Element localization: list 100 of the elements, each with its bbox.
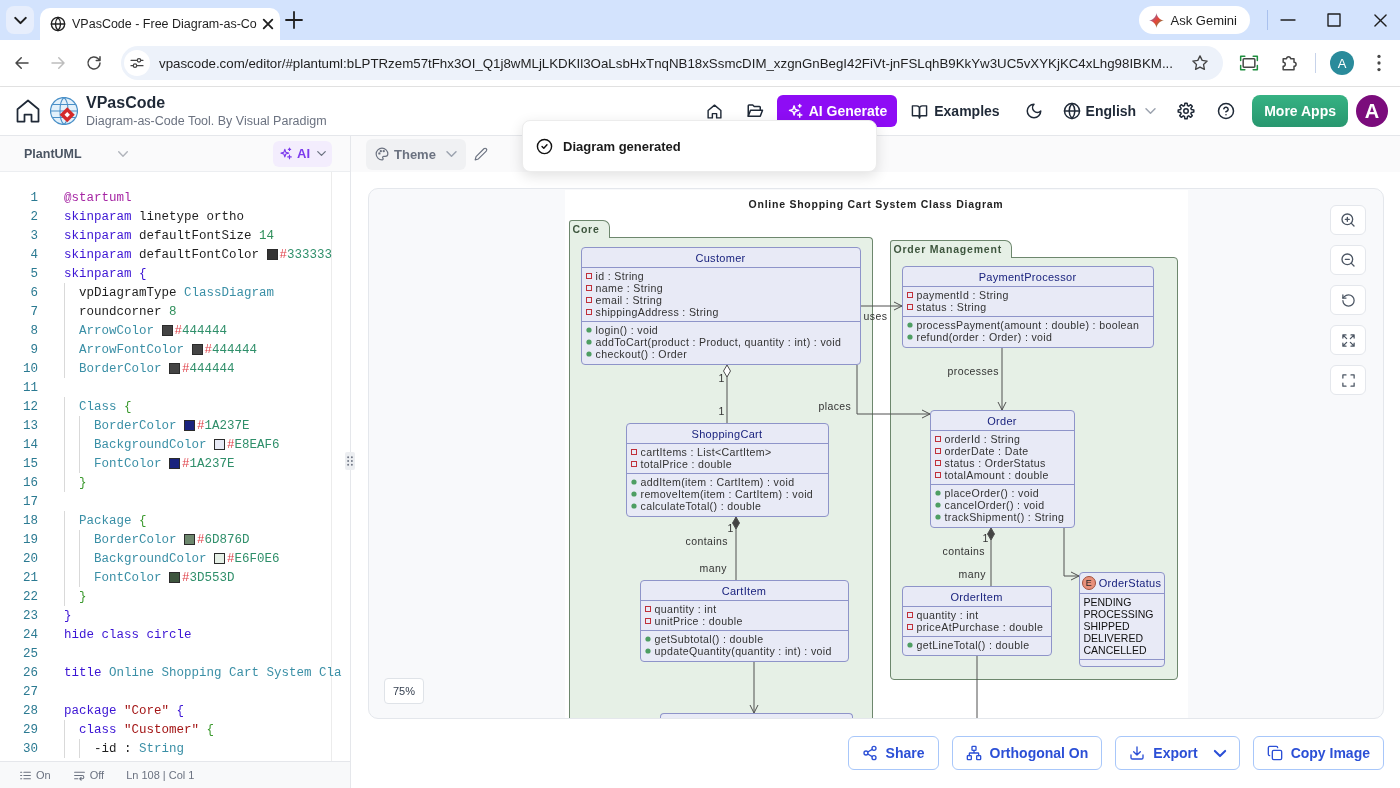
ai-assist-button[interactable]: AI xyxy=(273,140,332,167)
dot-marker-icon xyxy=(934,490,941,496)
plus-icon xyxy=(286,12,302,28)
home-icon xyxy=(706,102,724,120)
line-number: 23 xyxy=(22,608,38,623)
home-button[interactable] xyxy=(14,97,42,125)
class-attribute: status : OrderStatus xyxy=(944,457,1046,469)
examples-button[interactable]: Examples xyxy=(907,95,1004,127)
palette-icon xyxy=(375,147,389,161)
chevron-down-icon xyxy=(13,16,27,24)
code-text: BackgroundColor xyxy=(94,551,208,566)
line-number: 8 xyxy=(29,323,38,338)
share-icon xyxy=(861,745,878,761)
multiplicity-label: many xyxy=(699,562,727,574)
app-tagline: Diagram-as-Code Tool. By Visual Paradigm xyxy=(86,113,327,129)
theme-dropdown[interactable]: Theme xyxy=(366,138,466,170)
language-dropdown[interactable]: PlantUML xyxy=(24,140,128,167)
line-number: 5 xyxy=(29,266,38,281)
code-text: ArrowColor xyxy=(79,323,156,338)
class-attribute: email : String xyxy=(595,294,663,306)
share-button[interactable]: Share xyxy=(847,736,939,770)
copy-icon xyxy=(1266,745,1283,761)
reset-view-button[interactable] xyxy=(1330,285,1366,315)
toggle-button[interactable]: Off xyxy=(72,768,105,782)
site-info-button[interactable] xyxy=(124,50,150,76)
fullscreen-icon xyxy=(1340,372,1356,388)
code-text: #1A237E xyxy=(197,418,250,433)
class-name: PaymentProcessor xyxy=(978,270,1077,283)
ask-gemini-button[interactable]: Ask Gemini xyxy=(1138,6,1250,34)
code-text: skinparam defaultFontColor xyxy=(64,247,261,262)
close-icon xyxy=(262,19,273,29)
browser-tab[interactable]: VPasCode - Free Diagram-as-Co xyxy=(40,8,280,40)
class-attribute: status : String xyxy=(916,301,987,313)
new-tab-button[interactable] xyxy=(282,8,306,32)
square-marker-icon xyxy=(585,285,592,291)
zoom-level: 75% xyxy=(384,678,425,704)
globe-icon xyxy=(1062,102,1081,120)
class-method: refund(order : Order) : void xyxy=(916,331,1053,343)
line-number: 11 xyxy=(22,380,38,395)
kebab-menu-icon xyxy=(1377,54,1381,72)
aggregation-line xyxy=(722,364,731,424)
code-text: #6D876D xyxy=(197,532,250,547)
code-text: ArrowFontColor xyxy=(79,342,186,357)
splitter-handle[interactable] xyxy=(345,452,355,470)
enum-value: DELIVERED xyxy=(1083,632,1144,644)
class-attribute: unitPrice : double xyxy=(654,615,743,627)
code-text: } xyxy=(79,589,87,604)
class-name: CartItem xyxy=(721,584,767,597)
code-text: } xyxy=(64,608,72,623)
export-button[interactable]: Export xyxy=(1115,736,1240,770)
code-text: FontColor xyxy=(94,456,163,471)
enum-value: PROCESSING xyxy=(1083,608,1154,620)
dot-marker-icon xyxy=(644,636,651,642)
code-text: title Online Shopping Cart System Cla xyxy=(64,665,342,680)
fullscreen-button[interactable] xyxy=(1330,365,1366,395)
globe-icon xyxy=(50,16,66,32)
minimize-icon xyxy=(1281,19,1295,21)
multiplicity-label: 1 xyxy=(982,532,989,544)
class-method: addToCart(product : Product, quantity : int) : void xyxy=(595,336,842,348)
code-text: #444444 xyxy=(182,361,235,376)
book-icon xyxy=(911,102,929,120)
language-dropdown[interactable]: English xyxy=(1058,95,1161,127)
square-marker-icon xyxy=(906,292,913,298)
line-number: 18 xyxy=(22,513,38,528)
tab-search-button[interactable] xyxy=(6,6,34,34)
class-method: getSubtotal() : double xyxy=(654,633,764,645)
zoom-in-button[interactable] xyxy=(1330,205,1366,235)
enum-badge: E xyxy=(1081,576,1096,590)
association-arrow xyxy=(1063,527,1079,581)
line-number: 29 xyxy=(22,722,38,737)
globe-logo-icon xyxy=(50,97,78,125)
line-number: 6 xyxy=(29,285,38,300)
code-text: BorderColor xyxy=(94,418,178,433)
code-text: skinparam defaultFontSize 14 xyxy=(64,228,275,243)
address-bar[interactable]: vpascode.com/editor/#plantuml:bLPTRzem57tFhx3OI_Q1j8wMLjLKDKIl3OaLsbHxTnqNB18xSsmcDIM_xzgnGnBegI42FiVt-jnFSLqhB9KkYw3UC5vXYKjKC4xLhg98IBKM... xyxy=(121,46,1223,80)
fit-button[interactable] xyxy=(1330,325,1366,355)
account-avatar[interactable]: A xyxy=(1356,95,1388,127)
orthogonal-toggle-button[interactable]: Orthogonal On xyxy=(951,736,1103,770)
class-method: addItem(item : CartItem) : void xyxy=(640,476,795,488)
zoom-out-button[interactable] xyxy=(1330,245,1366,275)
multiplicity-label: 1 xyxy=(727,522,734,534)
code-text: FontColor xyxy=(94,570,163,585)
toast-message: Diagram generated xyxy=(563,138,681,154)
code-text: #444444 xyxy=(174,323,228,338)
zoom-in-icon xyxy=(1340,212,1356,228)
class-attribute: totalAmount : double xyxy=(944,469,1049,481)
square-marker-icon xyxy=(644,618,651,624)
code-text: BorderColor xyxy=(94,532,178,547)
code-text: @startuml xyxy=(64,190,132,205)
profile-avatar[interactable]: A xyxy=(1330,51,1354,75)
square-marker-icon xyxy=(934,436,941,442)
dot-marker-icon xyxy=(934,502,941,508)
copy-image-button[interactable]: Copy Image xyxy=(1252,736,1384,770)
square-marker-icon xyxy=(934,460,941,466)
line-number: 13 xyxy=(22,418,38,433)
enum-value: SHIPPED xyxy=(1083,620,1130,632)
sliders-icon xyxy=(129,55,145,71)
code-text: hide class circle xyxy=(64,627,192,642)
toggle-button[interactable]: On xyxy=(19,768,51,782)
moon-icon xyxy=(1024,102,1043,120)
